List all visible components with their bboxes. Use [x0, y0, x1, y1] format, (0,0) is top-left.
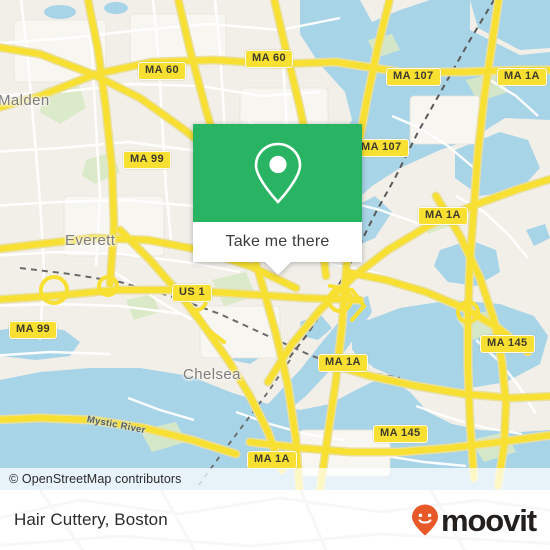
map-canvas[interactable]: Malden Everett Chelsea Mystic River MA 6…: [0, 0, 550, 490]
callout-marker-panel: [193, 124, 362, 222]
moovit-logo[interactable]: moovit: [410, 502, 537, 538]
route-shield-ma-1a-a[interactable]: MA 1A: [497, 68, 547, 86]
callout-action-row[interactable]: Take me there: [193, 222, 362, 262]
route-shield-ma-1a-b[interactable]: MA 1A: [418, 207, 468, 225]
map-screenshot: Malden Everett Chelsea Mystic River MA 6…: [0, 0, 550, 550]
route-shield-ma-60-b[interactable]: MA 60: [245, 50, 293, 68]
callout-pointer: [264, 262, 291, 275]
route-shield-us-1[interactable]: US 1: [172, 284, 213, 302]
footer-bar: Hair Cuttery, Boston moovit: [0, 490, 550, 550]
osm-attribution-text[interactable]: © OpenStreetMap contributors: [0, 472, 182, 486]
route-shield-ma-99-a[interactable]: MA 99: [123, 151, 171, 169]
route-shield-ma-145-a[interactable]: MA 145: [480, 335, 535, 353]
route-shield-ma-107-a[interactable]: MA 107: [386, 68, 441, 86]
location-pin-icon: [254, 142, 301, 204]
take-me-there-label: Take me there: [225, 233, 330, 250]
route-shield-ma-60-a[interactable]: MA 60: [138, 62, 186, 80]
moovit-smile-pin-icon: [411, 504, 438, 536]
route-shield-ma-107-b[interactable]: MA 107: [354, 139, 409, 157]
map-attribution-bar: © OpenStreetMap contributors: [0, 468, 550, 490]
route-shield-ma-1a-c[interactable]: MA 1A: [318, 354, 368, 372]
route-shield-ma-1a-d[interactable]: MA 1A: [247, 451, 297, 469]
route-shield-ma-99-b[interactable]: MA 99: [9, 321, 57, 339]
route-shield-ma-145-b[interactable]: MA 145: [373, 425, 428, 443]
place-callout-card[interactable]: Take me there: [193, 124, 362, 275]
moovit-wordmark: moovit: [440, 502, 537, 538]
place-title: Hair Cuttery, Boston: [14, 510, 168, 529]
